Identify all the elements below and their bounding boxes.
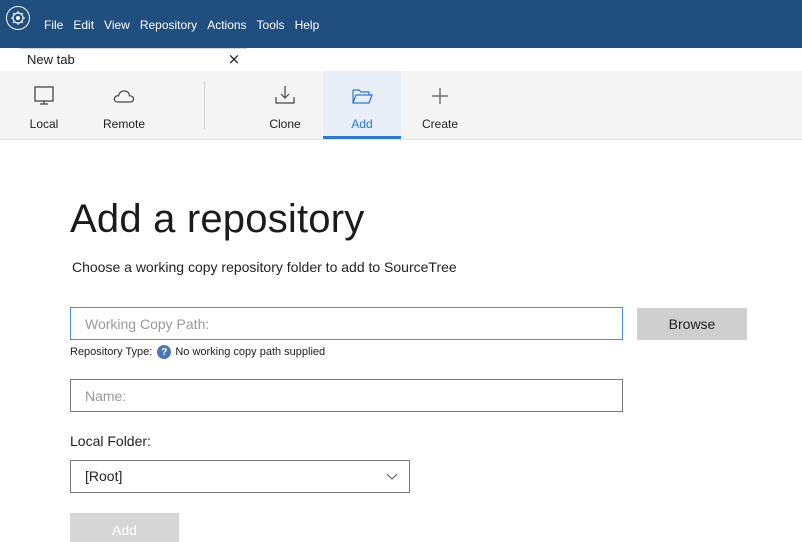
menu-help[interactable]: Help: [295, 17, 320, 33]
folder-open-icon: [352, 89, 373, 104]
toolbar: Local Remote Clone Add Create: [0, 71, 802, 140]
menu-view[interactable]: View: [104, 17, 130, 33]
toolbar-add-label: Add: [351, 117, 373, 131]
menu-repository[interactable]: Repository: [140, 17, 197, 33]
tab-label: New tab: [27, 52, 75, 67]
working-copy-path-input[interactable]: [70, 307, 623, 340]
help-icon[interactable]: ?: [157, 345, 172, 359]
toolbar-create-button[interactable]: Create: [410, 71, 470, 139]
page-title: Add a repository: [70, 197, 365, 241]
tab-new-tab[interactable]: New tab ×: [20, 48, 247, 71]
new-tab-button[interactable]: +: [250, 50, 270, 70]
chevron-down-icon: [386, 473, 398, 480]
toolbar-local-button[interactable]: Local: [14, 71, 74, 139]
menu-bar: File Edit View Repository Actions Tools …: [44, 17, 329, 33]
add-button[interactable]: Add: [70, 513, 179, 542]
download-icon: [275, 86, 295, 104]
toolbar-create-label: Create: [421, 117, 459, 131]
repository-type-status: No working copy path supplied: [175, 346, 326, 358]
page-subtitle: Choose a working copy repository folder …: [72, 259, 457, 275]
close-icon[interactable]: ×: [226, 51, 242, 67]
toolbar-remote-label: Remote: [102, 117, 146, 131]
repository-type-label: Repository Type:: [70, 346, 153, 358]
browse-button[interactable]: Browse: [637, 308, 747, 340]
repository-type-row: Repository Type: ? No working copy path …: [70, 345, 325, 359]
sourcetree-logo-icon[interactable]: [6, 6, 30, 30]
monitor-icon: [34, 86, 54, 105]
local-folder-select[interactable]: [Root]: [70, 460, 410, 493]
toolbar-clone-button[interactable]: Clone: [255, 71, 315, 139]
toolbar-clone-label: Clone: [269, 117, 301, 131]
title-bar: File Edit View Repository Actions Tools …: [0, 0, 802, 48]
toolbar-add-button[interactable]: Add: [323, 71, 401, 139]
toolbar-remote-button[interactable]: Remote: [92, 71, 156, 139]
menu-tools[interactable]: Tools: [257, 17, 285, 33]
plus-icon: [432, 88, 448, 104]
toolbar-separator: [204, 81, 205, 129]
toolbar-local-label: Local: [29, 117, 59, 131]
cloud-icon: [113, 90, 135, 103]
menu-actions[interactable]: Actions: [207, 17, 246, 33]
menu-file[interactable]: File: [44, 17, 63, 33]
local-folder-label: Local Folder:: [70, 433, 151, 449]
local-folder-value: [Root]: [85, 468, 123, 484]
name-input[interactable]: [70, 379, 623, 412]
menu-edit[interactable]: Edit: [73, 17, 94, 33]
